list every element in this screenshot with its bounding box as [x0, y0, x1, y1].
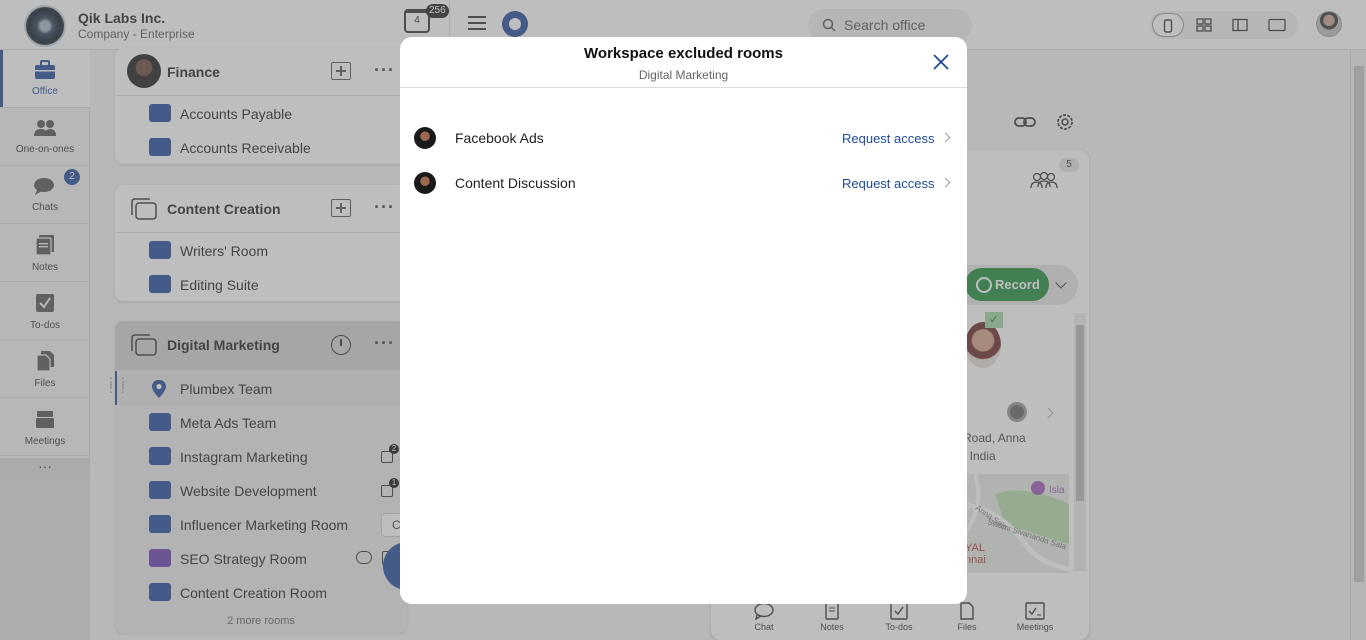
excluded-rooms-list: Facebook Ads Request access Content Disc… — [400, 116, 967, 206]
excluded-room-name: Facebook Ads — [455, 130, 544, 146]
request-access-link[interactable]: Request access — [842, 131, 935, 146]
dialog-header: Workspace excluded rooms Digital Marketi… — [400, 37, 967, 88]
request-access-link[interactable]: Request access — [842, 176, 935, 191]
excluded-room-row[interactable]: Facebook Ads Request access — [400, 116, 967, 161]
chevron-right-icon[interactable] — [940, 177, 951, 188]
chevron-right-icon[interactable] — [940, 132, 951, 143]
room-owner-avatar — [414, 127, 436, 149]
excluded-rooms-dialog: Workspace excluded rooms Digital Marketi… — [400, 37, 967, 604]
excluded-room-name: Content Discussion — [455, 175, 576, 191]
excluded-room-row[interactable]: Content Discussion Request access — [400, 161, 967, 206]
room-owner-avatar — [414, 172, 436, 194]
close-icon[interactable] — [931, 52, 951, 72]
dialog-title: Workspace excluded rooms — [584, 45, 783, 62]
dialog-subtitle: Digital Marketing — [638, 68, 729, 82]
